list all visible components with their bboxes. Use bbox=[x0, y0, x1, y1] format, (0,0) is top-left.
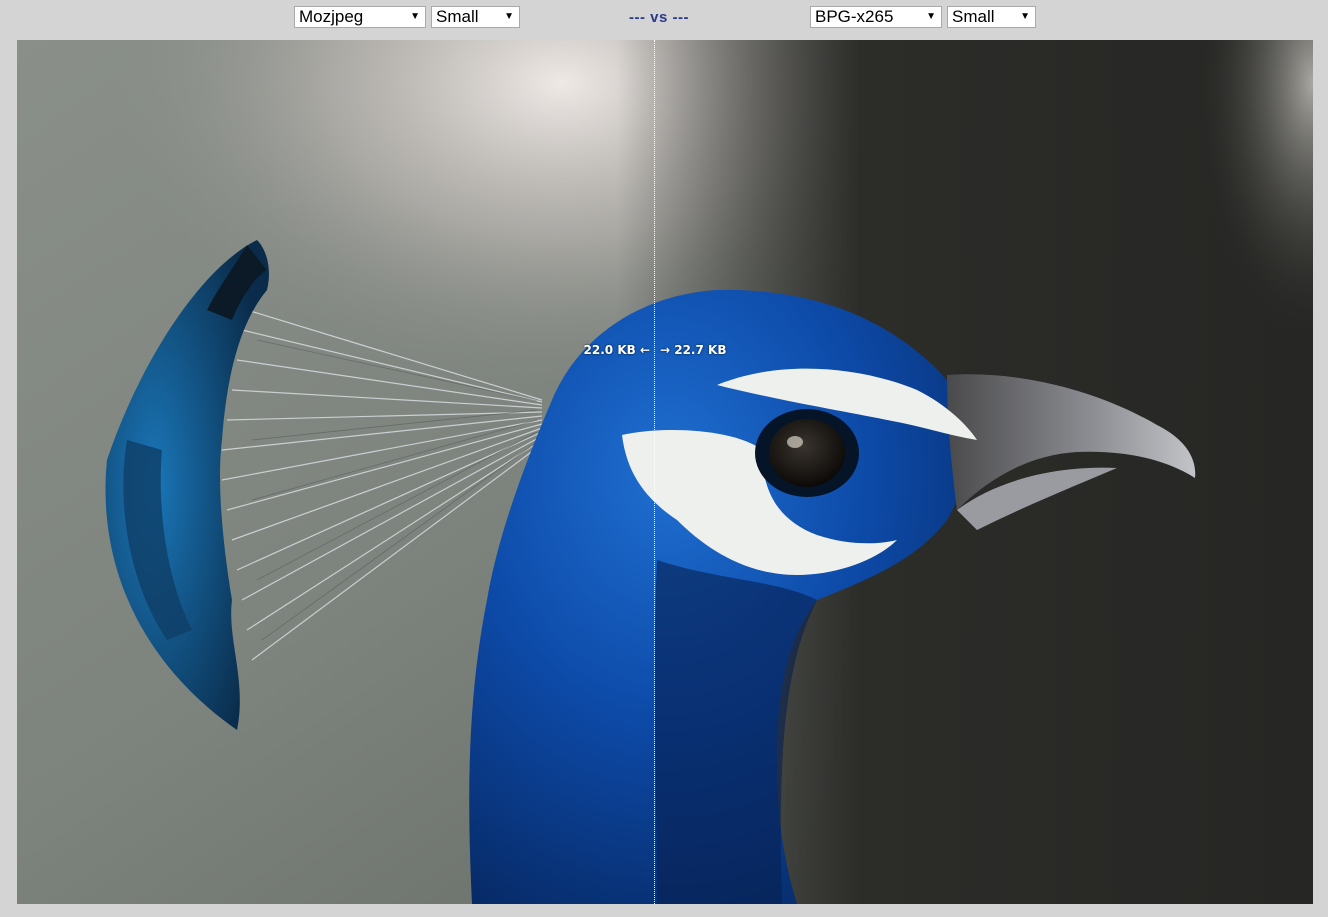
left-codec-select[interactable]: Mozjpeg ▼ bbox=[294, 6, 426, 28]
vs-label: --- vs --- bbox=[629, 9, 689, 26]
peacock-photo bbox=[17, 40, 1313, 904]
split-divider-handle[interactable] bbox=[654, 40, 655, 904]
chevron-down-icon: ▼ bbox=[410, 11, 420, 22]
left-size-select[interactable]: Small ▼ bbox=[431, 6, 520, 28]
right-codec-select[interactable]: BPG-x265 ▼ bbox=[810, 6, 942, 28]
right-size-value: Small bbox=[952, 7, 995, 26]
chevron-down-icon: ▼ bbox=[1020, 11, 1030, 22]
right-codec-value: BPG-x265 bbox=[815, 7, 894, 26]
left-filesize-label: 22.0 KB ← bbox=[583, 343, 650, 357]
right-size-select[interactable]: Small ▼ bbox=[947, 6, 1036, 28]
left-size-value: Small bbox=[436, 7, 479, 26]
chevron-down-icon: ▼ bbox=[504, 11, 514, 22]
left-codec-value: Mozjpeg bbox=[299, 7, 364, 26]
comparison-toolbar: Mozjpeg ▼ Small ▼ --- vs --- BPG-x265 ▼ … bbox=[0, 0, 1328, 38]
image-comparison-viewer[interactable]: 22.0 KB ← → 22.7 KB bbox=[17, 40, 1313, 904]
chevron-down-icon: ▼ bbox=[926, 11, 936, 22]
right-filesize-label: → 22.7 KB bbox=[660, 343, 727, 357]
